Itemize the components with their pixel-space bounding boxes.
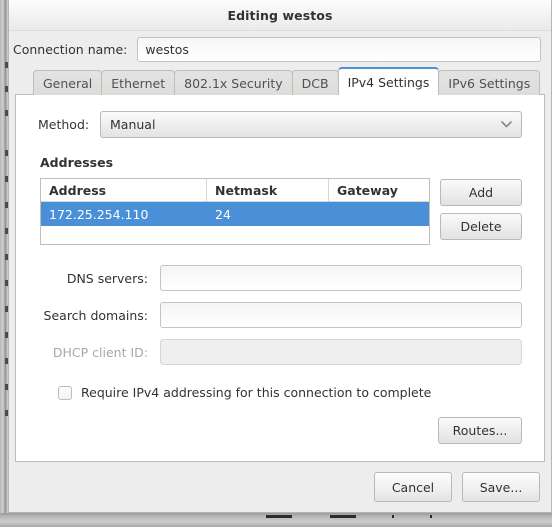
table-empty-row[interactable] bbox=[41, 226, 429, 244]
dialog-action-bar: Cancel Save... bbox=[9, 462, 551, 512]
connection-name-row: Connection name: westos bbox=[9, 31, 551, 67]
editing-connection-dialog: Editing westos Connection name: westos G… bbox=[8, 0, 552, 513]
table-row[interactable]: 172.25.254.110 24 bbox=[41, 202, 429, 226]
method-select[interactable]: Manual bbox=[100, 111, 522, 138]
dns-servers-row: DNS servers: bbox=[40, 265, 522, 291]
method-label: Method: bbox=[38, 117, 90, 132]
routes-button[interactable]: Routes... bbox=[438, 417, 522, 444]
tab-general[interactable]: General bbox=[33, 70, 103, 95]
dns-servers-input[interactable] bbox=[160, 265, 522, 291]
address-buttons: Add Delete bbox=[440, 178, 522, 240]
delete-button[interactable]: Delete bbox=[440, 213, 522, 240]
require-ipv4-label: Require IPv4 addressing for this connect… bbox=[81, 385, 432, 400]
search-domains-label: Search domains: bbox=[43, 307, 148, 323]
chevron-down-icon bbox=[501, 121, 512, 128]
column-header-gateway[interactable]: Gateway bbox=[329, 179, 429, 202]
tab-dcb[interactable]: DCB bbox=[291, 70, 339, 95]
tab-ethernet[interactable]: Ethernet bbox=[101, 70, 176, 95]
column-header-address[interactable]: Address bbox=[41, 179, 207, 202]
require-ipv4-row[interactable]: Require IPv4 addressing for this connect… bbox=[58, 385, 530, 400]
dialog-titlebar: Editing westos bbox=[9, 0, 551, 31]
search-domains-input[interactable] bbox=[160, 302, 522, 328]
connection-name-input[interactable]: westos bbox=[137, 36, 541, 62]
connection-name-label: Connection name: bbox=[13, 41, 128, 57]
cell-netmask: 24 bbox=[215, 206, 231, 222]
add-button[interactable]: Add bbox=[440, 179, 522, 206]
table-header-row: Address Netmask Gateway bbox=[41, 179, 429, 202]
tab-ipv4-settings[interactable]: IPv4 Settings bbox=[337, 67, 440, 95]
tabs-container: General Ethernet 802.1x Security DCB IPv… bbox=[9, 67, 551, 95]
desktop-taskbar[interactable] bbox=[0, 513, 552, 527]
tab-ipv6-settings[interactable]: IPv6 Settings bbox=[438, 70, 541, 95]
cancel-button[interactable]: Cancel bbox=[374, 472, 452, 502]
dns-servers-label: DNS servers: bbox=[66, 270, 148, 286]
save-button[interactable]: Save... bbox=[462, 472, 540, 502]
dhcp-client-id-label: DHCP client ID: bbox=[52, 344, 148, 360]
addresses-area: Address Netmask Gateway 172.25.254.110 2… bbox=[40, 178, 522, 245]
tab-8021x-security[interactable]: 802.1x Security bbox=[174, 70, 293, 95]
method-row: Method: Manual bbox=[38, 111, 530, 138]
dhcp-client-id-input bbox=[160, 339, 522, 365]
search-domains-row: Search domains: bbox=[40, 302, 522, 328]
ipv4-settings-panel: Method: Manual Addresses Address Netmask… bbox=[15, 94, 545, 462]
cell-gateway bbox=[329, 202, 429, 226]
method-selected-value: Manual bbox=[110, 117, 156, 132]
addresses-table[interactable]: Address Netmask Gateway 172.25.254.110 2… bbox=[40, 178, 430, 245]
dhcp-client-id-row: DHCP client ID: bbox=[40, 339, 522, 365]
addresses-section-title: Addresses bbox=[40, 155, 114, 170]
dialog-title: Editing westos bbox=[227, 7, 333, 23]
cell-address: 172.25.254.110 bbox=[49, 206, 149, 222]
tabstrip: General Ethernet 802.1x Security DCB IPv… bbox=[33, 67, 545, 95]
require-ipv4-checkbox[interactable] bbox=[58, 385, 72, 400]
column-header-netmask[interactable]: Netmask bbox=[207, 179, 329, 202]
screen: Editing westos Connection name: westos G… bbox=[0, 0, 552, 527]
routes-row: Routes... bbox=[30, 417, 522, 444]
